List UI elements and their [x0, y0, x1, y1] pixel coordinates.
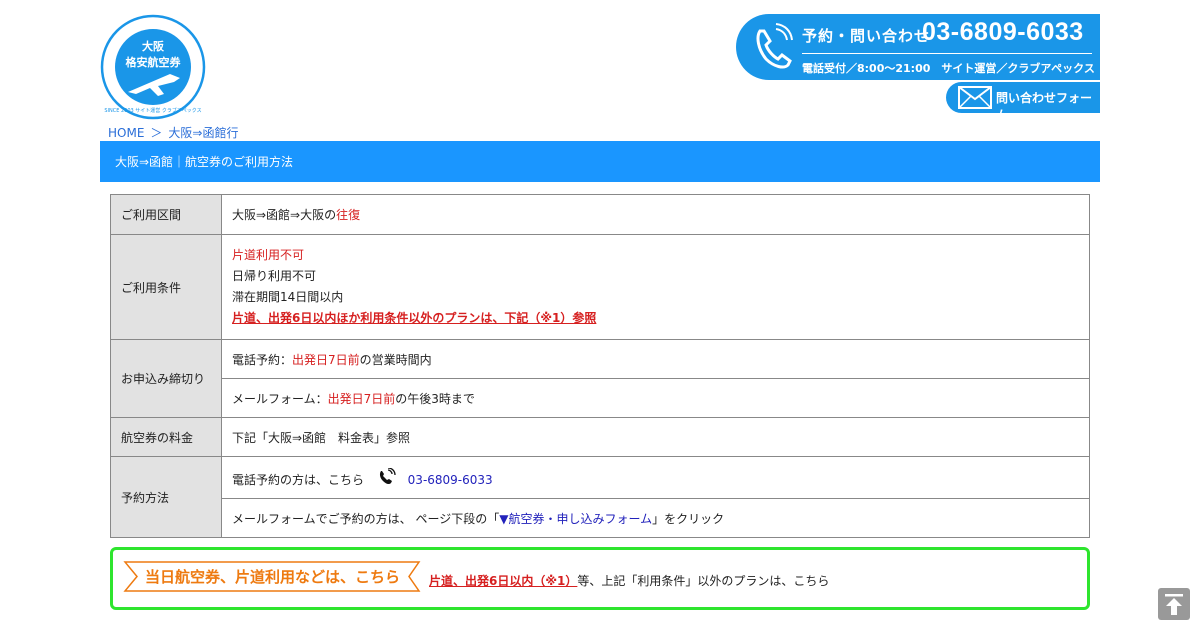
condition-note-link[interactable]: 片道、出発6日以内ほか利用条件以外のプランは、下記（※1）参照	[232, 308, 1089, 329]
condition-day-trip: 日帰り利用不可	[232, 269, 317, 283]
table-row: ご利用区間 大阪⇒函館⇒大阪の往復	[110, 194, 1090, 235]
page-title: 大阪⇒函館｜航空券のご利用方法	[100, 141, 1100, 182]
method-phone: 電話予約の方は、こちら 03-6809-6033	[221, 456, 1090, 499]
breadcrumb-home[interactable]: HOME	[108, 126, 144, 140]
method-phone-text: 電話予約の方は、こちら	[232, 472, 365, 487]
route-header: ご利用区間	[110, 194, 222, 235]
application-form-link[interactable]: ▼航空券・申し込みフォーム	[499, 512, 652, 526]
site-logo[interactable]: 大阪 格安航空券 SINCE 2003 サイト運営 クラブアペックス	[100, 14, 206, 120]
mail-icon	[958, 86, 992, 109]
contact-banner[interactable]: 予約・問い合わせ 03-6809-6033 電話受付／8:00～21:00 サイ…	[736, 14, 1100, 80]
deadline-phone-label: 電話予約：	[232, 352, 293, 367]
deadline-mail-label: メールフォーム：	[232, 391, 328, 406]
route-value: 大阪⇒函館⇒大阪の往復	[221, 194, 1090, 235]
table-row: ご利用条件 片道利用不可 日帰り利用不可 滞在期間14日間以内 片道、出発6日以…	[110, 234, 1090, 340]
breadcrumb-separator: ＞	[150, 126, 163, 140]
condition-stay: 滞在期間14日間以内	[232, 290, 344, 304]
phone-icon	[379, 466, 396, 484]
deadline-mail: メールフォーム：出発日7日前の午後3時まで	[221, 378, 1090, 418]
same-day-note: 片道、出発6日以内（※1）等、上記「利用条件」以外のプランは、こちら	[429, 572, 829, 589]
deadline-phone-suffix: の営業時間内	[359, 352, 432, 367]
same-day-note-link[interactable]: 片道、出発6日以内（※1）	[429, 574, 577, 588]
table-row: メールフォームでご予約の方は、 ページ下段の「▼航空券・申し込みフォーム」をクリ…	[111, 498, 1090, 538]
fare-header: 航空券の料金	[110, 417, 222, 457]
contact-divider	[802, 53, 1092, 54]
contact-label: 予約・問い合わせ	[802, 27, 931, 45]
same-day-note-text: 等、上記「利用条件」以外のプランは、こちら	[577, 574, 830, 588]
table-row: お申込み締切り 電話予約：出発日7日前の営業時間内	[110, 339, 1090, 418]
contact-hours: 電話受付／8:00～21:00 サイト運営／クラブアペックス	[802, 62, 1095, 75]
same-day-ticket-box: 当日航空券、片道利用などは、こちら 片道、出発6日以内（※1）等、上記「利用条件…	[110, 547, 1090, 610]
logo-city: 大阪	[142, 40, 164, 53]
phone-icon	[756, 23, 793, 69]
breadcrumb-current[interactable]: 大阪⇒函館行	[168, 126, 238, 140]
route-value-text: 大阪⇒函館⇒大阪の	[232, 208, 337, 222]
logo-title: 格安航空券	[125, 56, 181, 69]
method-header: 予約方法	[110, 456, 222, 538]
condition-one-way: 片道利用不可	[232, 248, 305, 262]
deadline-phone: 電話予約：出発日7日前の営業時間内	[221, 339, 1090, 379]
breadcrumb: HOME ＞ 大阪⇒函館行	[108, 124, 238, 141]
method-phone-number[interactable]: 03-6809-6033	[408, 473, 493, 487]
arrow-up-icon	[1165, 594, 1183, 615]
table-row: メールフォーム：出発日7日前の午後3時まで	[111, 378, 1090, 418]
contact-form-button[interactable]: 問い合わせフォーム	[946, 82, 1100, 122]
usage-info-table: ご利用区間 大阪⇒函館⇒大阪の往復 ご利用条件 片道利用不可 日帰り利用不可 滞…	[110, 194, 1090, 538]
same-day-banner[interactable]: 当日航空券、片道利用などは、こちら	[145, 566, 400, 587]
contact-form-label: 問い合わせフォーム	[996, 91, 1093, 122]
method-mail-text: メールフォームでご予約の方は、 ページ下段の「	[232, 511, 500, 526]
method-mail: メールフォームでご予約の方は、 ページ下段の「▼航空券・申し込みフォーム」をクリ…	[221, 498, 1090, 538]
deadline-mail-suffix: の午後3時まで	[395, 391, 475, 406]
conditions-value: 片道利用不可 日帰り利用不可 滞在期間14日間以内 片道、出発6日以内ほか利用条…	[221, 234, 1090, 340]
contact-phone-number[interactable]: 03-6809-6033	[922, 18, 1084, 47]
logo-ring-text: SINCE 2003 サイト運営 クラブアペックス	[104, 108, 202, 114]
route-value-highlight: 往復	[336, 208, 361, 222]
method-mail-suffix: 」をクリック	[652, 511, 725, 526]
deadline-header: お申込み締切り	[110, 339, 222, 418]
table-row: 航空券の料金 下記「大阪⇒函館 料金表」参照	[110, 417, 1090, 457]
deadline-phone-highlight: 出発日7日前	[292, 352, 360, 367]
fare-value: 下記「大阪⇒函館 料金表」参照	[221, 417, 1090, 457]
deadline-mail-highlight: 出発日7日前	[327, 391, 396, 406]
table-row: 予約方法 電話予約の方は、こちら 03-6809-6033	[110, 456, 1090, 538]
back-to-top-button[interactable]	[1158, 588, 1190, 620]
conditions-header: ご利用条件	[110, 234, 222, 340]
